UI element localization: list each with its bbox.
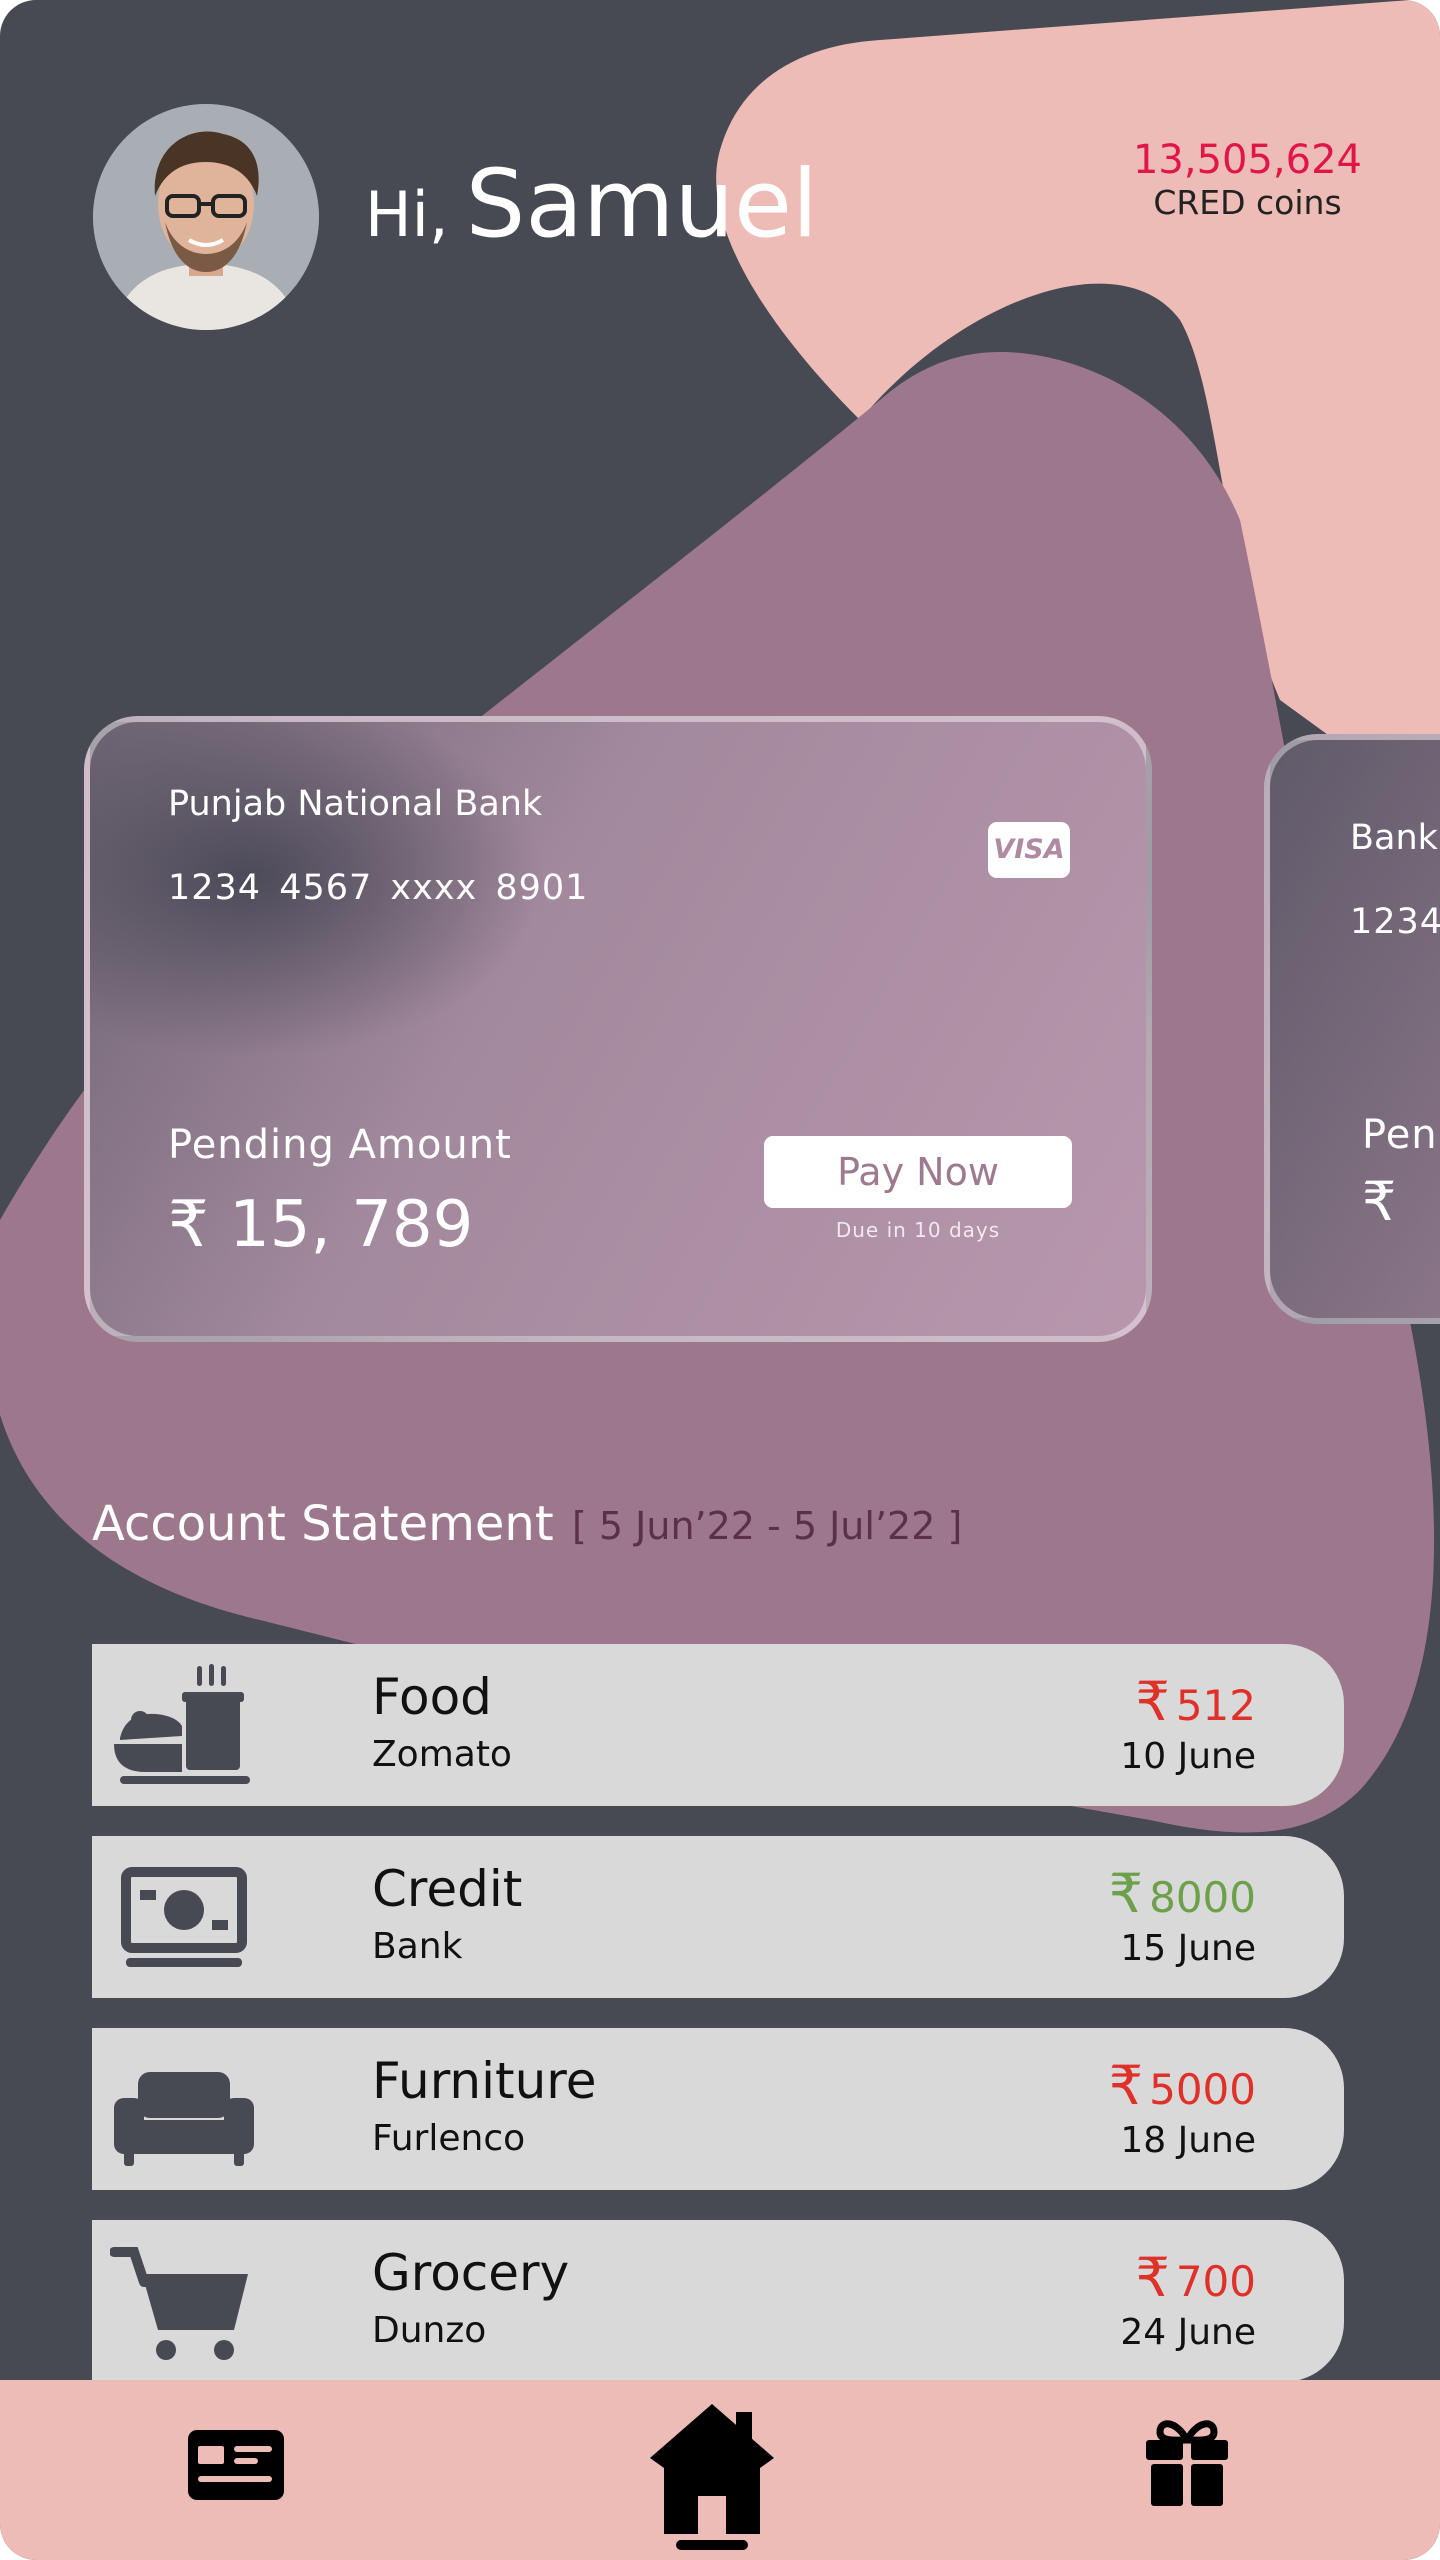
rupee-icon: ₹ xyxy=(1135,2246,1170,2309)
transaction-amount-value: 8000 xyxy=(1149,1873,1256,1922)
rupee-icon: ₹ xyxy=(1108,1862,1144,1925)
card-number: 1234 4567 xxxx 8901 xyxy=(168,868,589,908)
transaction-row[interactable]: Grocery Dunzo ₹700 24 June xyxy=(92,2220,1344,2382)
greeting: Hi, Samuel xyxy=(365,158,818,252)
credit-card[interactable]: Punjab National Bank 1234 4567 xxxx 8901… xyxy=(84,716,1152,1342)
transaction-date: 18 June xyxy=(1120,2120,1256,2161)
app-screen: Hi, Samuel 13,505,624 CRED coins Punjab … xyxy=(0,0,1440,2560)
rupee-icon: ₹ xyxy=(1108,2054,1144,2117)
transaction-amount: ₹8000 xyxy=(1109,1862,1256,1925)
greeting-text: Hi, xyxy=(365,178,449,251)
pending-amount-value: ₹ 15, 789 xyxy=(168,1188,474,1262)
transaction-title: Credit xyxy=(372,1860,523,1918)
transaction-title: Grocery xyxy=(372,2244,570,2302)
pay-now-button[interactable]: Pay Now xyxy=(764,1136,1072,1208)
card-bank-name: Punjab National Bank xyxy=(168,784,543,824)
transaction-date: 24 June xyxy=(1120,2312,1256,2353)
user-name: Samuel xyxy=(465,150,819,259)
pending-amount-label: Pen xyxy=(1362,1112,1438,1158)
statement-title: Account Statement xyxy=(92,1496,554,1552)
rupee-icon: ₹ xyxy=(1135,1670,1170,1733)
transaction-row[interactable]: Furniture Furlenco ₹5000 18 June xyxy=(92,2028,1344,2190)
transaction-title: Furniture xyxy=(372,2052,597,2110)
pending-amount-value: ₹ xyxy=(1362,1170,1397,1233)
transaction-amount-value: 512 xyxy=(1175,1681,1256,1730)
user-avatar-icon xyxy=(93,104,319,330)
bottom-nav xyxy=(0,2380,1440,2560)
transaction-amount: ₹5000 xyxy=(1109,2054,1256,2117)
transaction-title: Food xyxy=(372,1668,492,1726)
transaction-merchant: Dunzo xyxy=(372,2310,487,2351)
sofa-icon xyxy=(114,2072,254,2166)
card-icon[interactable] xyxy=(188,2430,284,2500)
cred-coins[interactable]: 13,505,624 CRED coins xyxy=(1133,138,1362,223)
pending-amount-label: Pending Amount xyxy=(168,1122,512,1168)
transaction-merchant: Bank xyxy=(372,1926,463,1967)
visa-logo-icon: VISA xyxy=(988,822,1070,878)
transaction-row[interactable]: Food Zomato ₹512 10 June xyxy=(92,1644,1344,1806)
food-icon xyxy=(114,1664,250,1784)
transaction-merchant: Zomato xyxy=(372,1734,512,1775)
transaction-amount-value: 5000 xyxy=(1149,2065,1256,2114)
transaction-amount: ₹700 xyxy=(1135,2246,1256,2309)
avatar[interactable] xyxy=(93,104,319,330)
cash-icon xyxy=(121,1867,247,1967)
transaction-date: 15 June xyxy=(1120,1928,1256,1969)
statement-date-range[interactable]: [ 5 Jun’22 - 5 Jul’22 ] xyxy=(572,1504,962,1548)
coins-label: CRED coins xyxy=(1153,183,1342,222)
transaction-merchant: Furlenco xyxy=(372,2118,526,2159)
transaction-amount: ₹512 xyxy=(1135,1670,1256,1733)
card-number: 1234 xyxy=(1350,902,1440,942)
coins-amount: 13,505,624 xyxy=(1132,137,1362,183)
transaction-amount-value: 700 xyxy=(1175,2257,1256,2306)
cart-icon xyxy=(110,2247,248,2360)
card-bank-name: Bank xyxy=(1350,818,1438,858)
due-text: Due in 10 days xyxy=(835,1218,1001,1242)
home-icon[interactable] xyxy=(650,2404,774,2550)
credit-card-next[interactable]: Bank 1234 Pen ₹ xyxy=(1264,734,1440,1324)
transaction-row[interactable]: Credit Bank ₹8000 15 June xyxy=(92,1836,1344,1998)
transaction-date: 10 June xyxy=(1120,1736,1256,1777)
gift-icon[interactable] xyxy=(1146,2418,1228,2506)
